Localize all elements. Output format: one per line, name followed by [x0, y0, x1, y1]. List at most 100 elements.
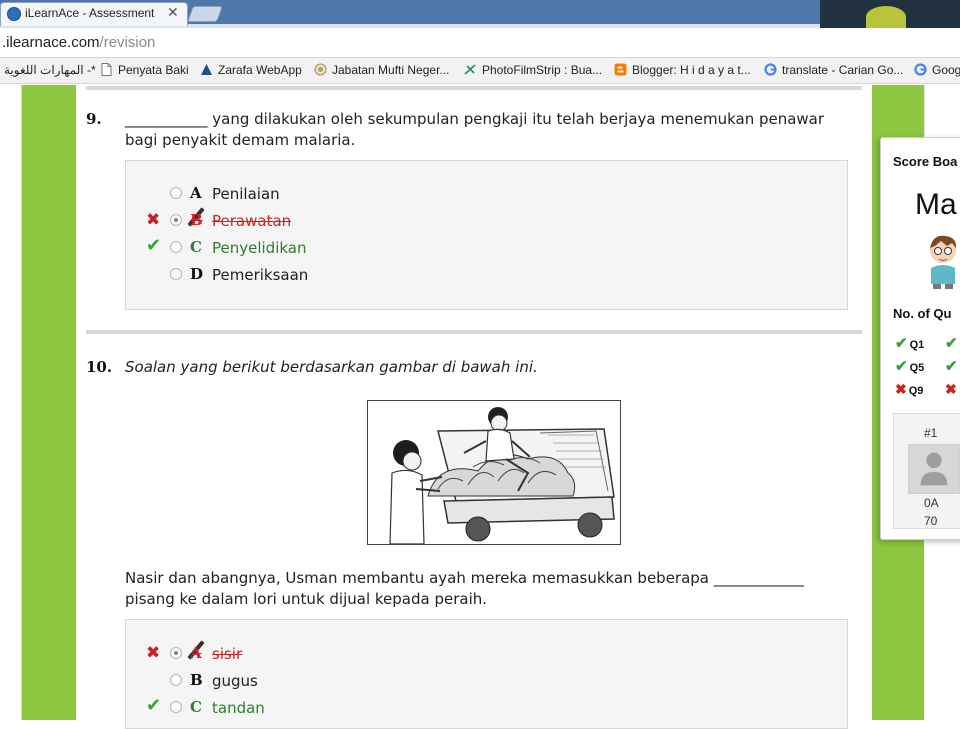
- bookmark-translate[interactable]: translate - Carian Go...: [764, 63, 903, 77]
- correct-check-icon: ✔: [945, 358, 958, 375]
- bookmark-label: translate - Carian Go...: [782, 63, 904, 77]
- question-number: 10.: [86, 358, 113, 376]
- option-a[interactable]: ✖ A sisir: [126, 640, 847, 665]
- option-text: Pemeriksaan: [212, 266, 309, 284]
- option-radio[interactable]: [170, 701, 182, 713]
- left-green-margin: [22, 85, 76, 720]
- option-a[interactable]: A Penilaian: [126, 183, 847, 205]
- option-text: tandan: [212, 699, 265, 717]
- option-letter: C: [190, 238, 202, 256]
- option-radio-selected[interactable]: [170, 647, 182, 659]
- url-text[interactable]: .ilearnace.com/revision: [2, 34, 155, 51]
- user-placeholder-icon: [908, 444, 960, 494]
- option-letter: A: [190, 644, 202, 662]
- filmstrip-icon: [464, 64, 476, 75]
- bookmark-label: Jabatan Mufti Neger...: [332, 63, 450, 77]
- question-instruction: Soalan yang berikut berdasarkan gambar d…: [125, 358, 538, 376]
- score-board-title: Score Boa: [893, 154, 958, 169]
- url-host: .ilearnace.com: [2, 34, 100, 51]
- right-panel-edge: [924, 85, 960, 137]
- bookmark-label: Penyata Baki: [118, 63, 189, 77]
- question-number: 9.: [86, 110, 102, 128]
- blogger-icon: [614, 63, 627, 76]
- google-icon: [914, 63, 927, 76]
- option-radio[interactable]: [170, 241, 182, 253]
- correct-check-icon: ✔: [945, 335, 958, 352]
- zarafa-icon: [201, 64, 212, 75]
- answer-options-box: A Penilaian ✖ B Perawatan ✔ C Penyelidik…: [125, 160, 848, 310]
- new-tab-button[interactable]: [187, 6, 223, 22]
- option-letter: C: [190, 698, 202, 716]
- correct-check-icon: ✔: [895, 335, 908, 352]
- rank-number: #1: [924, 426, 938, 440]
- option-letter: A: [190, 184, 202, 202]
- google-icon: [764, 63, 777, 76]
- question-text: Nasir dan abangnya, Usman membantu ayah …: [125, 569, 804, 608]
- option-radio[interactable]: [170, 187, 182, 199]
- option-letter: D: [190, 265, 204, 283]
- bookmark-label: PhotoFilmStrip : Bua...: [482, 63, 603, 77]
- score-item-q1[interactable]: ✔ Q1: [895, 334, 924, 352]
- bookmark-arabic[interactable]: المهارات اللغوية -*: [4, 63, 96, 77]
- emblem-icon: [314, 63, 327, 76]
- page-left-edge: [0, 85, 22, 720]
- bookmark-label: Goog: [932, 63, 960, 77]
- option-d[interactable]: D Pemeriksaan: [126, 264, 847, 286]
- banana-lorry-illustration: [389, 407, 615, 545]
- option-radio[interactable]: [170, 674, 182, 686]
- correct-check-icon: ✔: [146, 235, 162, 256]
- answer-options-box: ✖ A sisir B gugus ✔ C tandan: [125, 619, 848, 729]
- bookmark-zarafa[interactable]: Zarafa WebApp: [200, 63, 302, 77]
- score-item-next-column: ✔: [945, 334, 960, 352]
- option-letter: B: [190, 671, 203, 689]
- option-text: Penilaian: [212, 185, 280, 203]
- option-b[interactable]: ✖ B Perawatan: [126, 207, 847, 232]
- correct-check-icon: ✔: [895, 358, 908, 375]
- option-radio-selected[interactable]: [170, 214, 182, 226]
- option-radio[interactable]: [170, 268, 182, 280]
- bookmark-label: المهارات اللغوية -*: [4, 63, 96, 77]
- option-text: Penyelidikan: [212, 239, 307, 257]
- score-item-q9[interactable]: ✖ Q9: [895, 381, 923, 398]
- bookmark-blogger[interactable]: Blogger: H i d a y a t...: [614, 63, 751, 77]
- question-text: ___________ yang dilakukan oleh sekumpul…: [125, 110, 825, 149]
- option-c[interactable]: ✔ C Penyelidikan: [126, 235, 847, 259]
- bookmarks-bar: المهارات اللغوية -* Penyata Baki Zarafa …: [0, 58, 960, 84]
- option-text: sisir: [212, 645, 243, 663]
- option-c[interactable]: ✔ C tandan: [126, 695, 847, 719]
- questions-count-label: No. of Qu: [893, 306, 952, 321]
- bookmark-google[interactable]: Goog: [914, 63, 960, 77]
- address-bar[interactable]: .ilearnace.com/revision: [0, 28, 960, 58]
- bookmark-label: Blogger: H i d a y a t...: [632, 63, 751, 77]
- browser-tab[interactable]: iLearnAce - Assessment ✕: [0, 2, 188, 26]
- option-text: gugus: [212, 672, 258, 690]
- option-text: Perawatan: [212, 212, 292, 230]
- score-board-panel: Score Boa Ma No. of Qu ✔ Q1 ✔ Q5 ✖ Q9 ✔ ✔ ✖…: [880, 137, 960, 540]
- question-illustration: [367, 400, 621, 545]
- bookmark-photofilmstrip[interactable]: PhotoFilmStrip : Bua...: [464, 63, 602, 77]
- tab-title: iLearnAce - Assessment: [25, 6, 155, 20]
- question-divider: [86, 330, 862, 334]
- student-name: Ma: [915, 188, 957, 221]
- profile-badge-icon: [866, 6, 906, 28]
- option-b[interactable]: B gugus: [126, 670, 847, 692]
- score-item-next-column: ✔: [945, 357, 960, 375]
- leaderboard-card[interactable]: #1 0A 70: [893, 413, 960, 529]
- tab-close-icon[interactable]: ✕: [167, 5, 179, 21]
- ilearnace-favicon-icon: [7, 7, 21, 21]
- rank-score: 70: [924, 514, 938, 528]
- score-item-next-column: ✖: [945, 381, 959, 398]
- student-avatar: [930, 235, 957, 289]
- option-letter: B: [190, 211, 203, 229]
- bookmark-penyata-baki[interactable]: Penyata Baki: [100, 63, 189, 77]
- wrong-mark-icon: ✖: [146, 210, 161, 230]
- bookmark-jabatan-mufti[interactable]: Jabatan Mufti Neger...: [314, 63, 449, 77]
- correct-check-icon: ✔: [146, 695, 162, 716]
- wrong-mark-icon: ✖: [895, 381, 907, 397]
- page-icon: [101, 63, 112, 76]
- score-item-q5[interactable]: ✔ Q5: [895, 357, 924, 375]
- wrong-mark-icon: ✖: [945, 381, 957, 397]
- bookmark-label: Zarafa WebApp: [218, 63, 302, 77]
- url-path: /revision: [99, 34, 156, 51]
- rank-class: 0A: [924, 496, 939, 510]
